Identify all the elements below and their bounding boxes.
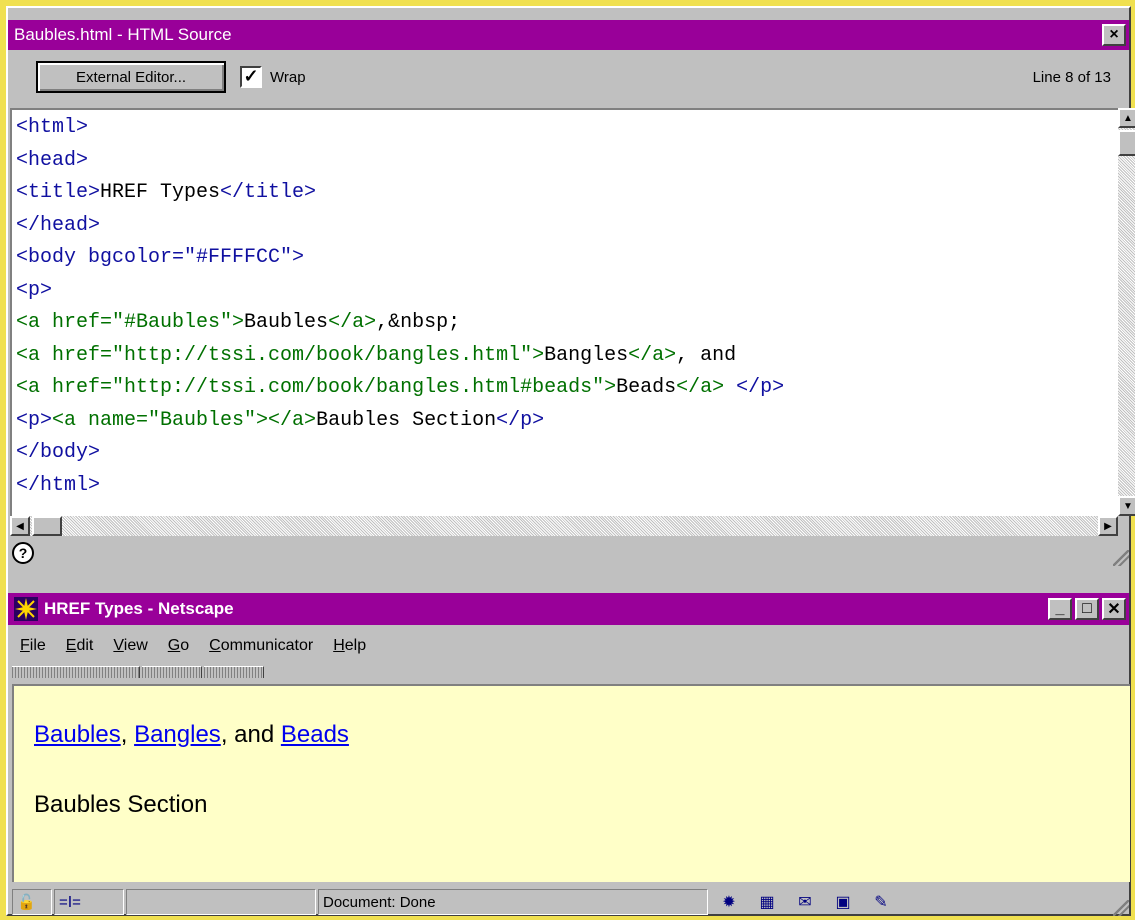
code-token: </a>	[628, 343, 677, 367]
menu-help[interactable]: Help	[333, 637, 366, 655]
browser-resize-grip-icon[interactable]	[1113, 900, 1129, 916]
code-token: ,&nbsp;	[376, 311, 461, 334]
code-token: , and	[676, 343, 737, 367]
scroll-left-icon[interactable]: ◀	[10, 516, 30, 536]
code-line[interactable]: </head>	[16, 210, 1118, 243]
code-token: </title>	[220, 181, 317, 204]
code-token: Baubles	[244, 311, 329, 334]
hscroll-thumb[interactable]	[32, 516, 62, 536]
code-token: </html>	[16, 473, 101, 497]
code-token: Baubles Section	[316, 408, 497, 432]
mailbox-icon[interactable]: ▦	[754, 891, 780, 913]
menu-view[interactable]: View	[113, 637, 147, 655]
code-line[interactable]: <title>HREF Types</title>	[16, 177, 1118, 210]
menu-go[interactable]: Go	[168, 637, 189, 655]
code-token: <title>	[16, 181, 101, 204]
menubar: File Edit View Go Communicator Help	[12, 630, 1125, 662]
browser-statusbar: 🔓 =Ⅰ= Document: Done ✹ ▦ ✉ ▣ ✎	[8, 886, 1133, 918]
scroll-down-icon[interactable]: ▼	[1118, 496, 1135, 516]
section-text: Baubles Section	[34, 791, 208, 818]
desktop-frame: Baubles.html - HTML Source × External Ed…	[6, 6, 1135, 918]
navigator-icon[interactable]: ✹	[716, 891, 742, 913]
scroll-right-icon[interactable]: ▶	[1098, 516, 1118, 536]
toolbar-tabs[interactable]	[12, 666, 282, 678]
code-token: </p>	[496, 408, 545, 432]
code-line[interactable]: <p><a name="Baubles"></a>Baubles Section…	[16, 405, 1118, 438]
source-code[interactable]: <html> <head> <title>HREF Types</title> </h…	[12, 110, 1118, 502]
netscape-logo-icon	[14, 597, 38, 621]
resize-grip-icon[interactable]	[1113, 550, 1129, 566]
line-indicator: Line 8 of 13	[1032, 68, 1111, 86]
menu-file[interactable]: File	[20, 637, 46, 655]
beads-link[interactable]: Beads	[281, 721, 349, 748]
code-token: </a>	[328, 311, 377, 334]
code-token: <body bgcolor="#FFFFCC">	[16, 246, 305, 269]
compose-icon[interactable]: ✎	[868, 891, 894, 913]
code-token: <a name="Baubles"></a>	[52, 408, 317, 432]
source-code-area[interactable]: <html> <head> <title>HREF Types</title> </h…	[10, 108, 1118, 516]
code-token: <a href="http://tssi.com/book/bangles.ht…	[16, 376, 617, 399]
toolbar-tab-navigation[interactable]	[12, 666, 140, 678]
code-token: <p>	[16, 278, 53, 302]
close-icon[interactable]: ×	[1102, 24, 1126, 46]
code-line[interactable]: <a href="http://tssi.com/book/bangles.ht…	[16, 372, 1118, 405]
editor-toolbar: External Editor... ✓ Wrap Line 8 of 13	[12, 52, 1125, 102]
menu-edit[interactable]: Edit	[66, 637, 94, 655]
bangles-link[interactable]: Bangles	[134, 721, 221, 748]
composer-icon[interactable]: ▣	[830, 891, 856, 913]
code-line[interactable]: <a href="#Baubles">Baubles</a>,&nbsp;	[16, 307, 1118, 340]
scroll-up-icon[interactable]: ▲	[1118, 108, 1135, 128]
code-token: <html>	[16, 116, 89, 139]
editor-title: Baubles.html - HTML Source	[14, 25, 232, 44]
page-content: Baubles, Bangles, and Beads Baubles Sect…	[12, 684, 1130, 882]
status-text: Document: Done	[318, 889, 708, 915]
maximize-icon[interactable]: □	[1075, 598, 1099, 620]
code-line[interactable]: <html>	[16, 112, 1118, 145]
component-bar: ✹ ▦ ✉ ▣ ✎	[716, 891, 906, 913]
code-token: HREF Types	[100, 181, 221, 204]
code-line[interactable]: <p>	[16, 275, 1118, 308]
connection-icon: =Ⅰ=	[54, 889, 124, 915]
code-token: </a>	[676, 376, 725, 399]
status-panel-progress	[126, 889, 316, 915]
baubles-link[interactable]: Baubles	[34, 721, 121, 748]
link-paragraph: Baubles, Bangles, and Beads	[34, 721, 1130, 749]
browser-titlebar[interactable]: HREF Types - Netscape _ □ ✕	[8, 593, 1129, 625]
editor-titlebar[interactable]: Baubles.html - HTML Source ×	[8, 20, 1129, 50]
discussion-icon[interactable]: ✉	[792, 891, 818, 913]
code-token: </p>	[736, 376, 785, 399]
code-token: Bangles	[544, 343, 629, 367]
code-line[interactable]: </html>	[16, 470, 1118, 503]
code-token: <head>	[16, 148, 89, 172]
browser-title: HREF Types - Netscape	[44, 599, 234, 618]
horizontal-scrollbar[interactable]: ◀ ▶	[10, 516, 1118, 536]
wrap-label: Wrap	[270, 68, 306, 86]
code-token: </head>	[16, 213, 101, 237]
code-token: <p>	[16, 408, 53, 432]
minimize-icon[interactable]: _	[1048, 598, 1072, 620]
close-window-icon[interactable]: ✕	[1102, 598, 1126, 620]
wrap-checkbox[interactable]: ✓	[240, 66, 262, 88]
vertical-scrollbar[interactable]: ▲ ▼	[1118, 108, 1135, 516]
editor-statusbar: ?	[8, 538, 1133, 568]
scroll-thumb[interactable]	[1118, 130, 1135, 156]
help-icon[interactable]: ?	[12, 542, 34, 564]
separator-text: ,	[120, 721, 135, 748]
code-line[interactable]: <head>	[16, 145, 1118, 178]
external-editor-button[interactable]: External Editor...	[36, 61, 226, 93]
code-token: Beads	[616, 376, 677, 399]
code-line[interactable]: </body>	[16, 437, 1118, 470]
code-line[interactable]: <body bgcolor="#FFFFCC">	[16, 242, 1118, 275]
security-lock-icon[interactable]: 🔓	[12, 889, 52, 915]
and-text: , and	[220, 721, 281, 748]
toolbar-tab-location[interactable]	[142, 666, 202, 678]
code-line[interactable]: <a href="http://tssi.com/book/bangles.ht…	[16, 340, 1118, 373]
toolbar-tab-personal[interactable]	[204, 666, 264, 678]
code-token: <a href="#Baubles">	[16, 311, 245, 334]
menu-communicator[interactable]: Communicator	[209, 637, 313, 655]
code-token: <a href="http://tssi.com/book/bangles.ht…	[16, 343, 545, 367]
code-token: </body>	[16, 441, 101, 464]
